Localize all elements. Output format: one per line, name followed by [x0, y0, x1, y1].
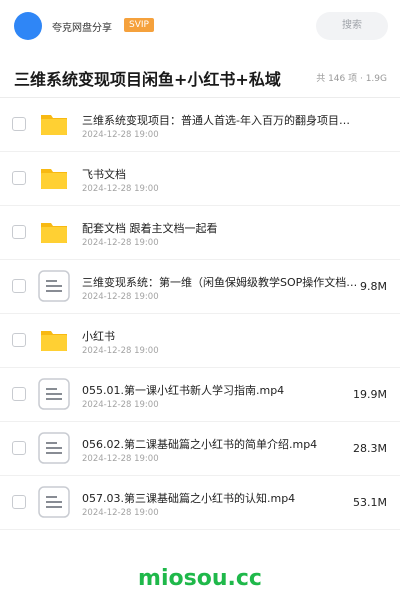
- select-checkbox[interactable]: [12, 279, 26, 293]
- folder-icon: [38, 324, 70, 356]
- file-size: 9.8M: [360, 280, 387, 293]
- document-icon: [38, 486, 70, 518]
- svip-badge: SVIP: [124, 18, 154, 32]
- file-size: 53.1M: [353, 496, 387, 509]
- app-header: 夸克网盘分享 SVIP 搜索: [0, 0, 400, 52]
- file-row[interactable]: 小红书 2024-12-28 19:00: [0, 314, 400, 368]
- folder-title-bar: 三维系统变现项目闲鱼+小红书+私域 共 146 项 · 1.9G: [0, 52, 400, 98]
- folder-icon: [38, 108, 70, 140]
- file-date: 2024-12-28 19:00: [82, 400, 159, 410]
- select-checkbox[interactable]: [12, 495, 26, 509]
- file-date: 2024-12-28 19:00: [82, 238, 159, 248]
- file-size: 19.9M: [353, 388, 387, 401]
- select-checkbox[interactable]: [12, 441, 26, 455]
- folder-icon: [38, 216, 70, 248]
- file-date: 2024-12-28 19:00: [82, 454, 159, 464]
- document-icon: [38, 270, 70, 302]
- file-size: 28.3M: [353, 442, 387, 455]
- file-name[interactable]: 小红书: [82, 328, 358, 344]
- select-checkbox[interactable]: [12, 333, 26, 347]
- search-input[interactable]: 搜索: [316, 12, 388, 40]
- file-row[interactable]: 飞书文档 2024-12-28 19:00: [0, 152, 400, 206]
- file-date: 2024-12-28 19:00: [82, 346, 159, 356]
- file-date: 2024-12-28 19:00: [82, 130, 159, 140]
- avatar[interactable]: [14, 12, 42, 40]
- file-row[interactable]: 055.01.第一课小红书新人学习指南.mp4 2024-12-28 19:00 1…: [0, 368, 400, 422]
- file-name[interactable]: 三维变现系统：第一维（闲鱼保姆级教学SOP操作文档…: [82, 274, 358, 290]
- file-date: 2024-12-28 19:00: [82, 292, 159, 302]
- page-title: 三维系统变现项目闲鱼+小红书+私域: [14, 70, 281, 89]
- file-row[interactable]: 057.03.第三课基础篇之小红书的认知.mp4 2024-12-28 19:00…: [0, 476, 400, 530]
- file-row[interactable]: 三维变现系统：第一维（闲鱼保姆级教学SOP操作文档… 2024-12-28 19:…: [0, 260, 400, 314]
- file-name[interactable]: 057.03.第三课基础篇之小红书的认知.mp4: [82, 490, 358, 506]
- footer: miosou.cc: [0, 548, 400, 600]
- select-checkbox[interactable]: [12, 117, 26, 131]
- file-row[interactable]: 056.02.第二课基础篇之小红书的简单介绍.mp4 2024-12-28 19:…: [0, 422, 400, 476]
- file-date: 2024-12-28 19:00: [82, 184, 159, 194]
- username: 夸克网盘分享: [52, 23, 112, 34]
- folder-summary: 共 146 项 · 1.9G: [316, 74, 387, 84]
- file-name[interactable]: 055.01.第一课小红书新人学习指南.mp4: [82, 382, 358, 398]
- file-row[interactable]: 三维系统变现项目：普通人首选-年入百万的翻身项目，… 2024-12-28 19:…: [0, 98, 400, 152]
- select-checkbox[interactable]: [12, 225, 26, 239]
- folder-icon: [38, 162, 70, 194]
- document-icon: [38, 432, 70, 464]
- select-checkbox[interactable]: [12, 171, 26, 185]
- watermark-text: miosou.cc: [138, 566, 262, 591]
- file-row[interactable]: 配套文档 跟着主文档一起看 2024-12-28 19:00: [0, 206, 400, 260]
- file-name[interactable]: 056.02.第二课基础篇之小红书的简单介绍.mp4: [82, 436, 358, 452]
- file-name[interactable]: 配套文档 跟着主文档一起看: [82, 220, 358, 236]
- document-icon: [38, 378, 70, 410]
- file-name[interactable]: 三维系统变现项目：普通人首选-年入百万的翻身项目，…: [82, 112, 358, 128]
- file-name[interactable]: 飞书文档: [82, 166, 358, 182]
- select-checkbox[interactable]: [12, 387, 26, 401]
- file-date: 2024-12-28 19:00: [82, 508, 159, 518]
